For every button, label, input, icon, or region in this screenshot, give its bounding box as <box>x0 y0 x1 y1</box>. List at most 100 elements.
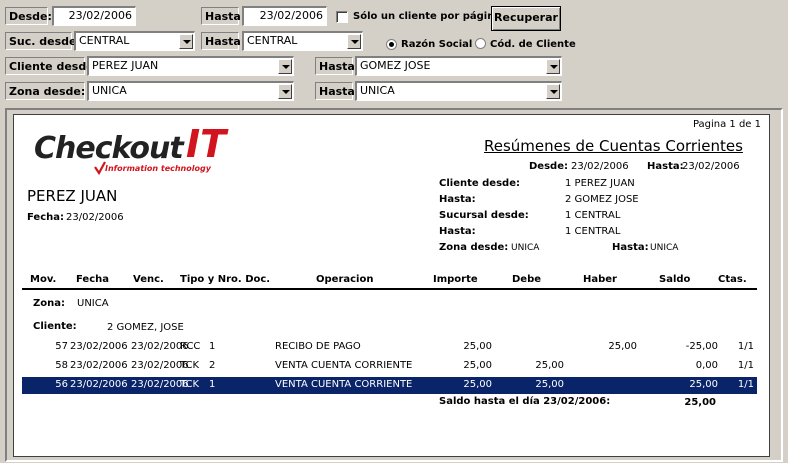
cliente-hasta-label: Hasta: <box>315 57 359 75</box>
desde-date-input[interactable]: 23/02/2006 <box>52 6 136 26</box>
param-sucursal-desde-value: 1 CENTRAL <box>565 210 621 221</box>
suc-desde-label: Suc. desde: <box>5 32 81 50</box>
cliente-desde-select[interactable]: PEREZ JUAN <box>87 56 294 76</box>
cell-haber: 25,00 <box>608 341 637 352</box>
param-cliente-hasta-label: Hasta: <box>439 194 476 205</box>
solo-un-cliente-checkbox[interactable] <box>336 11 348 23</box>
cliente-group-label: Cliente: <box>33 321 77 332</box>
cell-mov: 58 <box>55 360 68 371</box>
header-desde-label: Desde: <box>529 161 568 172</box>
cell-ctas: 1/1 <box>737 360 754 371</box>
company-logo: Checkout IT Information technology <box>34 121 254 181</box>
hasta-label: Hasta: <box>201 7 245 25</box>
cliente-desde-value: PEREZ JUAN <box>92 59 159 72</box>
cell-fecha: 23/02/2006 <box>70 379 128 390</box>
razon-social-radio[interactable] <box>386 39 397 50</box>
report-preview-panel[interactable]: Pagina 1 de 1 Checkout IT Information te… <box>5 108 783 462</box>
param-zona-hasta-value: UNICA <box>650 243 679 253</box>
fecha-value: 23/02/2006 <box>66 212 124 223</box>
cliente-hasta-value: GOMEZ JOSE <box>360 59 431 72</box>
cliente-hasta-select[interactable]: GOMEZ JOSE <box>355 56 562 76</box>
zona-desde-value: UNICA <box>92 84 127 97</box>
report-page: Pagina 1 de 1 Checkout IT Information te… <box>13 114 770 457</box>
cell-ctas: 1/1 <box>737 379 754 390</box>
chevron-down-icon[interactable] <box>179 34 193 49</box>
chevron-down-icon[interactable] <box>546 59 560 74</box>
col-mov: Mov. <box>30 274 57 285</box>
header-divider <box>22 288 757 290</box>
saldo-label: Saldo hasta el día 23/02/2006: <box>439 396 611 407</box>
table-row[interactable]: 57 23/02/2006 23/02/2006 RCC 1 RECIBO DE PAGO… <box>22 339 757 356</box>
cod-cliente-label: Cód. de Cliente <box>490 39 576 50</box>
report-title: Resúmenes de Cuentas Corrientes <box>484 137 743 155</box>
header-hasta-label: Hasta: <box>647 161 684 172</box>
suc-desde-select[interactable]: CENTRAL <box>74 31 195 51</box>
cell-tipo: RCC <box>180 341 201 352</box>
page-info: Pagina 1 de 1 <box>692 119 761 130</box>
cell-tipo: TCK <box>180 379 200 390</box>
chevron-down-icon[interactable] <box>278 84 292 99</box>
col-debe: Debe <box>512 274 542 285</box>
razon-social-label: Razón Social <box>401 39 473 50</box>
col-venc: Venc. <box>133 274 164 285</box>
param-cliente-desde-label: Cliente desde: <box>439 178 520 189</box>
logo-tagline: Information technology <box>105 164 211 173</box>
cell-saldo: -25,00 <box>685 341 718 352</box>
cod-cliente-radio[interactable] <box>475 38 486 49</box>
suc-desde-value: CENTRAL <box>79 34 130 47</box>
cell-debe: 25,00 <box>535 379 564 390</box>
cell-importe: 25,00 <box>463 360 492 371</box>
cell-venc: 23/02/2006 <box>131 341 189 352</box>
suc-hasta-label: Hasta: <box>201 32 245 50</box>
cell-importe: 25,00 <box>463 379 492 390</box>
cell-debe: 25,00 <box>535 360 564 371</box>
cell-nro: 2 <box>209 360 216 371</box>
solo-un-cliente-label: Sólo un cliente por página? <box>353 11 507 22</box>
cell-mov: 56 <box>55 379 68 390</box>
suc-hasta-value: CENTRAL <box>247 34 298 47</box>
cell-ctas: 1/1 <box>737 341 754 352</box>
chevron-down-icon[interactable] <box>546 84 560 99</box>
param-sucursal-hasta-value: 1 CENTRAL <box>565 226 621 237</box>
cell-saldo: 0,00 <box>695 360 718 371</box>
cell-nro: 1 <box>209 379 216 390</box>
cell-operacion: VENTA CUENTA CORRIENTE <box>275 360 413 371</box>
suc-hasta-select[interactable]: CENTRAL <box>242 31 363 51</box>
logo-it: IT <box>186 122 227 166</box>
chevron-down-icon[interactable] <box>278 59 292 74</box>
param-sucursal-desde-label: Sucursal desde: <box>439 210 529 221</box>
cliente-group-value: 2 GOMEZ, JOSE <box>107 322 184 333</box>
cell-mov: 57 <box>55 341 68 352</box>
param-zona-desde-label: Zona desde: <box>439 242 509 253</box>
fecha-label: Fecha: <box>27 212 65 223</box>
col-haber: Haber <box>583 274 617 285</box>
zona-hasta-label: Hasta: <box>315 82 359 100</box>
zona-desde-label: Zona desde: <box>5 82 85 100</box>
col-importe: Importe <box>433 274 478 285</box>
table-row[interactable]: 58 23/02/2006 23/02/2006 TCK 2 VENTA CUENTA C… <box>22 358 757 375</box>
hasta-date-input[interactable]: 23/02/2006 <box>242 6 327 26</box>
user-name: PEREZ JUAN <box>27 187 118 205</box>
param-zona-hasta-label: Hasta: <box>612 242 649 253</box>
logo-text: Checkout <box>34 131 184 166</box>
cell-operacion: RECIBO DE PAGO <box>275 341 361 352</box>
chevron-down-icon[interactable] <box>347 34 361 49</box>
zona-hasta-select[interactable]: UNICA <box>355 81 562 101</box>
param-zona-desde-value: UNICA <box>511 243 540 253</box>
cell-fecha: 23/02/2006 <box>70 341 128 352</box>
recuperar-button[interactable]: Recuperar <box>491 6 561 31</box>
param-sucursal-hasta-label: Hasta: <box>439 226 476 237</box>
zona-desde-select[interactable]: UNICA <box>87 81 294 101</box>
table-row[interactable]: 56 23/02/2006 23/02/2006 TCK 1 VENTA CUENTA C… <box>22 377 757 394</box>
zona-group-value: UNICA <box>77 298 109 309</box>
zona-group-label: Zona: <box>33 298 65 309</box>
cell-tipo: TCK <box>180 360 200 371</box>
col-fecha: Fecha <box>76 274 110 285</box>
param-cliente-hasta-value: 2 GOMEZ JOSE <box>565 194 639 205</box>
desde-label: Desde: <box>5 7 52 25</box>
saldo-value: 25,00 <box>684 397 716 408</box>
cell-venc: 23/02/2006 <box>131 360 189 371</box>
cell-nro: 1 <box>209 341 216 352</box>
cell-fecha: 23/02/2006 <box>70 360 128 371</box>
header-desde-value: 23/02/2006 <box>571 161 629 172</box>
